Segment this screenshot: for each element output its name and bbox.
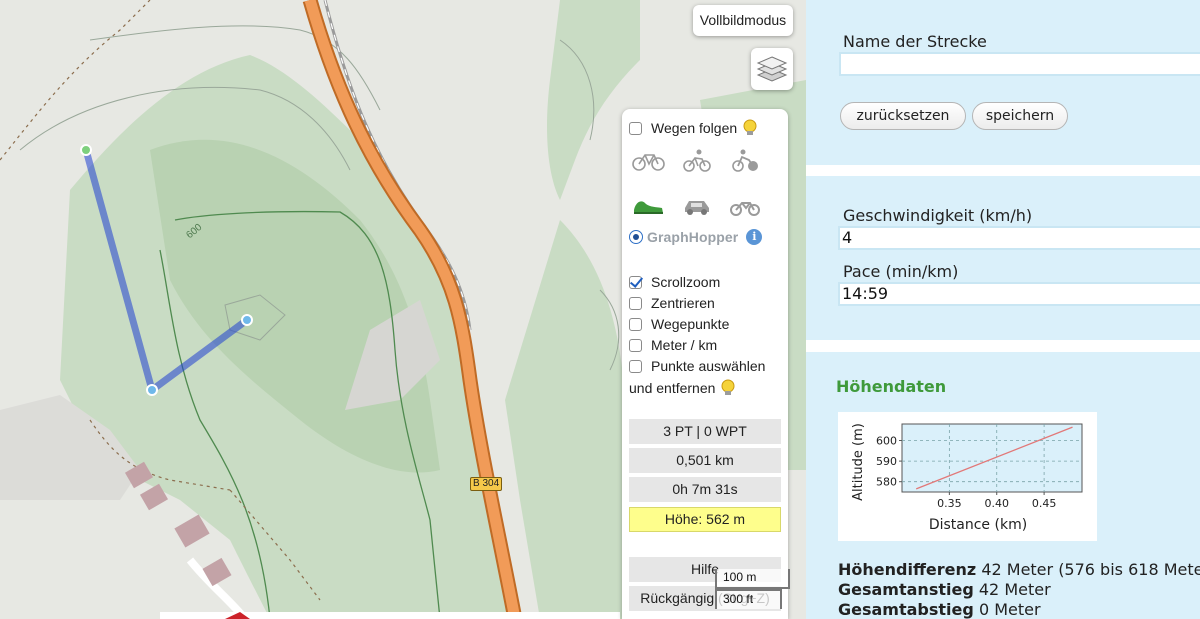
y-axis-label: Altitude (m) xyxy=(851,423,866,501)
pace-label: Pace (min/km) xyxy=(843,262,959,281)
scrollzoom-checkbox[interactable] xyxy=(629,275,642,289)
info-icon[interactable]: i xyxy=(746,229,763,245)
x-tick-label: 0.40 xyxy=(984,497,1009,510)
total-ascent-value: 42 Meter xyxy=(978,580,1051,599)
x-axis-label: Distance (km) xyxy=(929,517,1027,533)
select-points-checkbox[interactable] xyxy=(629,359,642,373)
transport-modes-row-2 xyxy=(632,194,761,218)
meter-km-checkbox[interactable] xyxy=(629,338,642,352)
total-descent-label: Gesamtabstieg xyxy=(838,600,974,619)
route-time: 0h 7m 31s xyxy=(629,477,781,502)
x-tick-label: 0.35 xyxy=(937,497,962,510)
route-name-label: Name der Strecke xyxy=(843,32,987,51)
transport-modes-row-1 xyxy=(632,149,761,173)
save-button[interactable]: speichern xyxy=(972,102,1068,130)
option-label: Zentrieren xyxy=(651,295,715,311)
option-scrollzoom[interactable]: Scrollzoom xyxy=(629,274,720,290)
elevation-title: Höhendaten xyxy=(836,377,947,396)
option-meter-km[interactable]: Meter / km xyxy=(629,337,717,353)
total-descent-value: 0 Meter xyxy=(978,600,1041,619)
option-zentrieren[interactable]: Zentrieren xyxy=(629,295,715,311)
layers-icon xyxy=(756,56,788,82)
option-select-points[interactable]: Punkte auswählen xyxy=(629,358,765,374)
layers-button[interactable] xyxy=(751,48,793,90)
total-ascent: Gesamtanstieg 42 Meter xyxy=(838,580,1051,599)
pace-input[interactable]: 14:59 xyxy=(838,282,1200,306)
graphhopper-label: GraphHopper xyxy=(647,229,739,245)
elevation-difference-value: 42 Meter (576 bis 618 Meter) xyxy=(981,560,1200,579)
elevation-difference: Höhendifferenz 42 Meter (576 bis 618 Met… xyxy=(838,560,1200,579)
y-tick-label: 580 xyxy=(876,476,897,489)
route-name-section: Name der Strecke zurücksetzen speichern xyxy=(806,0,1200,165)
mountain-bike-icon[interactable] xyxy=(728,149,761,173)
zentrieren-checkbox[interactable] xyxy=(629,296,642,310)
total-descent: Gesamtabstieg 0 Meter xyxy=(838,600,1041,619)
lightbulb-icon[interactable] xyxy=(720,379,736,397)
fullscreen-button[interactable]: Vollbildmodus xyxy=(693,5,793,36)
speed-input[interactable]: 4 xyxy=(838,226,1200,250)
height-readout: Höhe: 562 m xyxy=(629,507,781,532)
scale-bar-imperial: 300 ft xyxy=(715,589,782,609)
graphhopper-router-row[interactable]: GraphHopper i xyxy=(629,229,763,245)
graphhopper-radio[interactable] xyxy=(629,230,643,244)
hiking-shoe-icon[interactable] xyxy=(632,194,665,218)
select-points-row-2: und entfernen xyxy=(629,379,736,397)
follow-roads-label: Wegen folgen xyxy=(651,120,738,136)
y-tick-label: 600 xyxy=(876,434,897,447)
option-label: Scrollzoom xyxy=(651,274,721,290)
speed-section: Geschwindigkeit (km/h) 4 Pace (min/km) 1… xyxy=(806,176,1200,340)
car-icon[interactable] xyxy=(680,194,713,218)
follow-roads-checkbox[interactable] xyxy=(629,121,642,135)
map-view[interactable]: 600 B 304 Vollbildmodus Wegen folgen Gra… xyxy=(0,0,806,619)
total-ascent-label: Gesamtanstieg xyxy=(838,580,974,599)
road-label: B 304 xyxy=(470,477,503,491)
road-bike-icon[interactable] xyxy=(680,149,713,173)
elevation-chart-svg: 0.35 0.40 0.45 580 590 600 Distance (km) Alti… xyxy=(851,423,1083,533)
bike-icon[interactable] xyxy=(632,149,665,173)
elevation-difference-label: Höhendifferenz xyxy=(838,560,977,579)
reset-button[interactable]: zurücksetzen xyxy=(840,102,966,130)
motorcycle-icon[interactable] xyxy=(728,194,761,218)
lightbulb-icon[interactable] xyxy=(742,119,758,137)
speed-label: Geschwindigkeit (km/h) xyxy=(843,206,1033,225)
y-tick-label: 590 xyxy=(876,455,897,468)
option-wegepunkte[interactable]: Wegepunkte xyxy=(629,316,729,332)
points-count: 3 PT | 0 WPT xyxy=(629,419,781,444)
route-name-input[interactable] xyxy=(839,52,1200,76)
wegepunkte-checkbox[interactable] xyxy=(629,317,642,331)
option-label: Meter / km xyxy=(651,337,718,353)
x-tick-label: 0.45 xyxy=(1032,497,1057,510)
option-label: Wegepunkte xyxy=(651,316,730,332)
elevation-chart: 0.35 0.40 0.45 580 590 600 Distance (km) Alti… xyxy=(838,412,1097,541)
scale-bar-metric: 100 m xyxy=(715,569,790,589)
select-points-label: Punkte auswählen xyxy=(651,358,766,374)
side-panel: Name der Strecke zurücksetzen speichern … xyxy=(806,0,1200,619)
route-tool-panel: Wegen folgen GraphHopper i Scrollzoom Ze… xyxy=(622,109,788,619)
select-points-label-2: und entfernen xyxy=(629,380,716,396)
follow-roads-row[interactable]: Wegen folgen xyxy=(629,119,758,137)
route-distance: 0,501 km xyxy=(629,448,781,473)
